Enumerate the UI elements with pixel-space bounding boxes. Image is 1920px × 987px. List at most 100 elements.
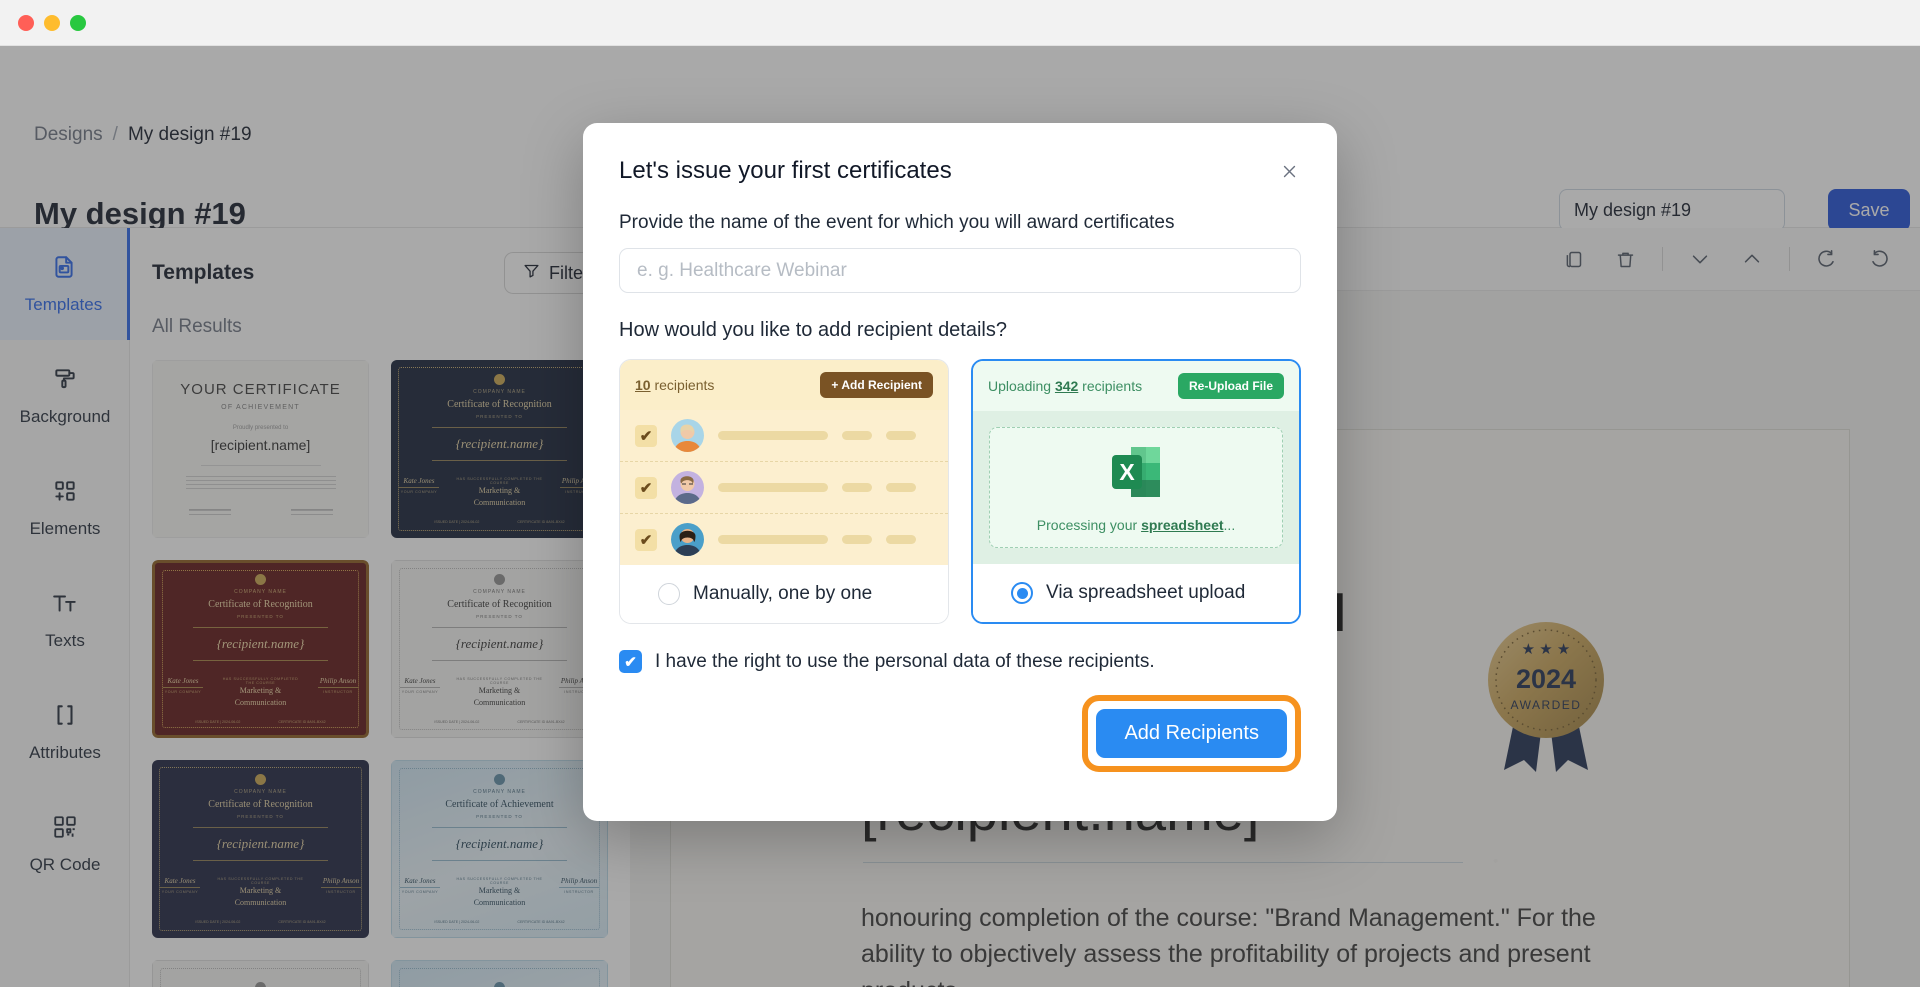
thumb-title: Certificate of Recognition — [447, 599, 552, 611]
sidebar-item-attributes[interactable]: Attributes — [0, 676, 130, 788]
radio-spreadsheet[interactable] — [1011, 582, 1033, 604]
duplicate-icon[interactable] — [1558, 244, 1588, 274]
window-close-button[interactable] — [18, 14, 34, 31]
redo-icon[interactable] — [1864, 244, 1894, 274]
template-thumbnail[interactable]: COMPANY NAME Certificate of Recognition PR… — [152, 760, 369, 938]
sidebar-item-elements[interactable]: Elements — [0, 452, 130, 564]
modal-title: Let's issue your first certificates — [619, 157, 952, 184]
svg-text:2024: 2024 — [1516, 664, 1576, 694]
funnel-icon — [523, 262, 540, 284]
processing-link[interactable]: spreadsheet — [1141, 517, 1223, 533]
template-thumbnail[interactable]: COMPANY NAMECertificate of AchievementPR… — [152, 960, 369, 987]
thumb-name: {recipient.name} — [455, 436, 544, 452]
row-placeholder-bar — [842, 483, 872, 492]
qr-code-icon — [52, 814, 78, 845]
event-name-input[interactable] — [619, 248, 1301, 293]
manual-recipient-rows: ✔ ✔ ✔ — [620, 410, 948, 565]
list-item[interactable]: ✔ — [620, 461, 948, 513]
row-placeholder-bar — [842, 535, 872, 544]
template-thumbnail[interactable]: COMPANY NAMECertificate of AchievementPR… — [391, 760, 608, 938]
sidebar-item-background[interactable]: Background — [0, 340, 130, 452]
issue-certificates-modal: Let's issue your first certificates Prov… — [583, 123, 1337, 821]
re-upload-file-button[interactable]: Re-Upload File — [1177, 373, 1284, 399]
breadcrumb-current: My design #19 — [127, 124, 252, 145]
paint-roller-icon — [52, 366, 78, 397]
template-thumbnail[interactable]: COMPANY NAME Certificate of Recognition PR… — [391, 560, 608, 738]
option-card-spreadsheet[interactable]: Uploading 342 recipients Re-Upload File … — [971, 359, 1301, 624]
trash-icon[interactable] — [1610, 244, 1640, 274]
list-item[interactable]: ✔ — [620, 410, 948, 461]
row-placeholder-bar — [886, 483, 916, 492]
recipient-method-question: How would you like to add recipient deta… — [619, 319, 1007, 341]
radio-spreadsheet-label: Via spreadsheet upload — [1046, 582, 1246, 603]
row-checkbox[interactable]: ✔ — [635, 476, 657, 499]
templates-panel-title: Templates — [152, 261, 255, 284]
text-size-icon — [52, 590, 78, 621]
document-image-icon — [51, 254, 77, 285]
avatar — [671, 471, 704, 504]
brackets-icon — [52, 702, 78, 733]
thumb-title: Certificate of Recognition — [208, 799, 313, 811]
template-thumbnail[interactable]: COMPANY NAMECertificate of AchievementPR… — [391, 960, 608, 987]
window-minimize-button[interactable] — [44, 14, 60, 31]
template-thumbnail[interactable]: COMPANY NAME Certificate of Recognition PR… — [152, 560, 369, 738]
template-thumbnail[interactable]: YOUR CERTIFICATE OF ACHIEVEMENT Proudly pr… — [152, 360, 369, 538]
modal-actions: Add Recipients — [619, 695, 1301, 772]
spreadsheet-dropzone[interactable]: X Processing your spreadsheet... — [989, 427, 1283, 548]
add-recipients-button[interactable]: Add Recipients — [1096, 709, 1287, 758]
thumb-company: COMPANY NAME — [473, 789, 526, 796]
radio-manual[interactable] — [658, 583, 680, 605]
spreadsheet-processing-caption: Processing your spreadsheet... — [1037, 517, 1235, 533]
row-checkbox[interactable]: ✔ — [635, 424, 657, 447]
thumb-presented: PRESENTED TO — [476, 414, 523, 420]
move-down-icon[interactable] — [1685, 244, 1715, 274]
thumb-presented: PRESENTED TO — [476, 814, 523, 820]
thumb-name: {recipient.name} — [216, 636, 305, 652]
recipient-method-options: 10 recipients + Add Recipient ✔ ✔ ✔ Manu… — [619, 359, 1301, 624]
spreadsheet-count-suffix: recipients — [1078, 378, 1143, 394]
undo-icon[interactable] — [1812, 244, 1842, 274]
manual-option-footer[interactable]: Manually, one by one — [620, 565, 948, 623]
template-thumbnail[interactable]: COMPANY NAME Certificate of Recognition PR… — [391, 360, 608, 538]
save-button[interactable]: Save — [1828, 189, 1910, 231]
uploading-prefix: Uploading — [988, 378, 1055, 394]
sidebar-item-qr-code[interactable]: QR Code — [0, 788, 130, 900]
template-grid: YOUR CERTIFICATE OF ACHIEVEMENT Proudly pr… — [130, 338, 630, 987]
thumb-company: COMPANY NAME — [473, 389, 526, 396]
option-card-manual[interactable]: 10 recipients + Add Recipient ✔ ✔ ✔ Manu… — [619, 359, 949, 624]
move-up-icon[interactable] — [1737, 244, 1767, 274]
sidebar-item-texts[interactable]: Texts — [0, 564, 130, 676]
spreadsheet-dropzone-wrap: X Processing your spreadsheet... — [973, 411, 1299, 564]
row-checkbox[interactable]: ✔ — [635, 528, 657, 551]
spreadsheet-option-footer[interactable]: Via spreadsheet upload — [973, 564, 1299, 622]
svg-text:★ ★ ★: ★ ★ ★ — [1522, 641, 1571, 658]
consent-label: I have the right to use the personal dat… — [655, 650, 1155, 672]
window-titlebar — [0, 0, 1920, 46]
sidebar-item-label: Background — [19, 406, 111, 426]
svg-text:AWARDED: AWARDED — [1511, 698, 1582, 712]
row-placeholder-bar — [842, 431, 872, 440]
add-recipient-button[interactable]: + Add Recipient — [820, 372, 933, 398]
consent-row[interactable]: ✔ I have the right to use the personal d… — [619, 650, 1301, 673]
consent-checkbox[interactable]: ✔ — [619, 650, 642, 673]
breadcrumb-root[interactable]: Designs — [34, 124, 103, 146]
processing-prefix: Processing your — [1036, 517, 1142, 533]
row-placeholder-bar — [718, 483, 828, 492]
sidebar-item-templates[interactable]: Templates — [0, 228, 130, 340]
manual-preview-header: 10 recipients + Add Recipient — [620, 360, 948, 410]
thumb-title: Certificate of Recognition — [208, 599, 313, 611]
thumb-name: {recipient.name} — [455, 836, 544, 852]
excel-file-icon: X — [1109, 444, 1163, 507]
design-name-input[interactable] — [1559, 189, 1785, 231]
sidebar-item-label: Attributes — [29, 742, 101, 762]
toolbar-divider — [1662, 247, 1663, 271]
list-item[interactable]: ✔ — [620, 513, 948, 565]
window-zoom-button[interactable] — [70, 14, 86, 31]
sidebar-item-label: Templates — [24, 294, 103, 314]
thumb-subtitle: OF ACHIEVEMENT — [221, 403, 300, 411]
thumb-name: [recipient.name] — [210, 436, 311, 453]
close-icon[interactable] — [1275, 157, 1303, 185]
focus-highlight-ring: Add Recipients — [1082, 695, 1301, 772]
toolbar-divider — [1789, 247, 1790, 271]
radio-manual-label: Manually, one by one — [693, 583, 873, 604]
